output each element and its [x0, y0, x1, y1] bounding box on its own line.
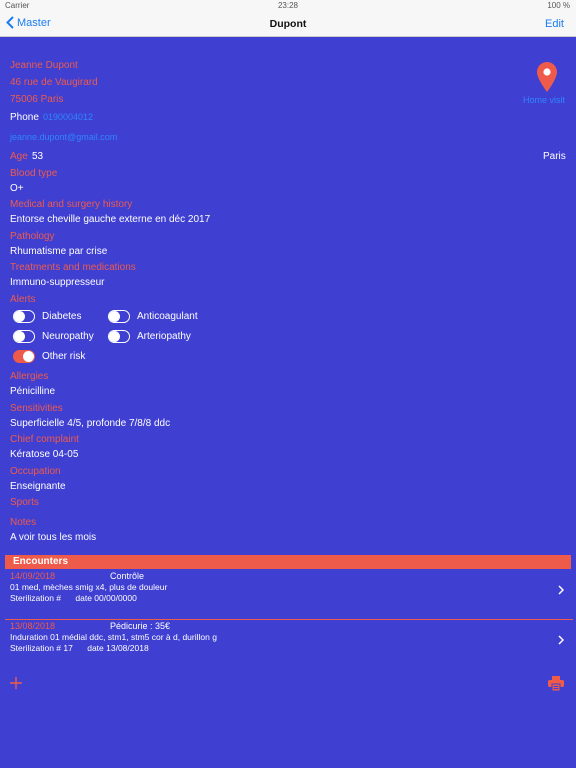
encounter-date: 14/09/2018 — [10, 571, 56, 581]
encounter-description: 01 med, mèches smig x4, plus de douleur — [10, 582, 168, 592]
map-pin-icon[interactable] — [537, 62, 557, 97]
anticoagulant-label: Anticoagulant — [137, 311, 198, 322]
encounter-row[interactable]: 13/08/2018 Pédicurie : 35€ Induration 01… — [0, 621, 576, 667]
encounter-title: Pédicurie : 35€ — [110, 621, 171, 631]
status-bar: Carrier 23:28 100 % — [0, 0, 576, 12]
blood-type-label: Blood type — [10, 168, 58, 179]
sports-label: Sports — [10, 497, 39, 508]
occupation-label: Occupation — [10, 466, 61, 477]
neuropathy-toggle[interactable] — [13, 330, 35, 343]
history-value: Entorse cheville gauche externe en déc 2… — [10, 214, 211, 225]
blood-type-value: O+ — [10, 183, 24, 194]
plus-icon — [10, 677, 22, 689]
arteriopathy-label: Arteriopathy — [137, 331, 191, 342]
history-label: Medical and surgery history — [10, 199, 133, 210]
pathology-value: Rhumatisme par crise — [10, 246, 108, 257]
encounter-title: Contrôle — [110, 571, 145, 581]
sterilization-date: date 00/00/0000 — [75, 593, 137, 603]
page-title: Dupont — [269, 18, 307, 30]
anticoagulant-toggle[interactable] — [108, 310, 130, 323]
sterilization-number: Sterilization # 17 — [10, 643, 73, 653]
allergies-value: Pénicilline — [10, 386, 56, 397]
chief-complaint-label: Chief complaint — [10, 434, 79, 445]
allergies-label: Allergies — [10, 371, 49, 382]
add-encounter-button[interactable] — [10, 676, 22, 694]
home-visit-link[interactable]: Home visit — [523, 95, 565, 105]
encounter-row[interactable]: 14/09/2018 Contrôle 01 med, mèches smig … — [0, 571, 576, 617]
treatments-value: Immuno-suppresseur — [10, 277, 105, 288]
patient-name: Jeanne Dupont — [10, 60, 78, 71]
diabetes-label: Diabetes — [42, 311, 82, 322]
notes-value: A voir tous les mois — [10, 532, 97, 543]
sensitivities-value: Superficielle 4/5, profonde 7/8/8 ddc — [10, 418, 171, 429]
patient-street: 46 rue de Vaugirard — [10, 77, 98, 88]
clock: 23:28 — [277, 1, 299, 10]
notes-label: Notes — [10, 517, 37, 528]
age-label: Age — [10, 151, 28, 162]
chevron-right-icon — [558, 585, 564, 595]
occupation-value: Enseignante — [10, 481, 66, 492]
age-value: 53 — [32, 151, 44, 162]
alerts-label: Alerts — [10, 294, 36, 305]
arteriopathy-toggle[interactable] — [108, 330, 130, 343]
neuropathy-label: Neuropathy — [42, 331, 94, 342]
encounter-date: 13/08/2018 — [10, 621, 56, 631]
treatments-label: Treatments and medications — [10, 262, 136, 273]
email-link[interactable]: jeanne.dupont@gmail.com — [10, 132, 117, 142]
other-risk-toggle[interactable] — [13, 350, 35, 363]
pathology-label: Pathology — [10, 231, 55, 242]
location-value: Paris — [543, 151, 566, 162]
row-divider — [5, 619, 573, 620]
battery-level: 100 % — [547, 1, 570, 10]
encounter-meta: Sterilization # 17 date 13/08/2018 — [10, 643, 149, 653]
sterilization-date: date 13/08/2018 — [87, 643, 149, 653]
phone-link[interactable]: 0190004012 — [43, 112, 93, 122]
chevron-right-icon — [558, 635, 564, 645]
navigation-bar: Master Dupont Edit — [0, 12, 576, 37]
print-button[interactable] — [548, 676, 564, 696]
edit-button[interactable]: Edit — [545, 18, 564, 30]
printer-icon — [548, 676, 564, 692]
encounters-title: Encounters — [13, 556, 69, 567]
encounters-header: Encounters — [5, 555, 571, 569]
chief-complaint-value: Kératose 04-05 — [10, 449, 79, 460]
patient-city: 75006 Paris — [10, 94, 64, 105]
phone-label: Phone — [10, 112, 39, 123]
encounter-description: Induration 01 médial ddc, stm1, stm5 cor… — [10, 632, 217, 642]
encounter-meta: Sterilization # date 00/00/0000 — [10, 593, 137, 603]
other-risk-label: Other risk — [42, 351, 86, 362]
sensitivities-label: Sensitivities — [10, 403, 63, 414]
diabetes-toggle[interactable] — [13, 310, 35, 323]
sterilization-number: Sterilization # — [10, 593, 62, 603]
